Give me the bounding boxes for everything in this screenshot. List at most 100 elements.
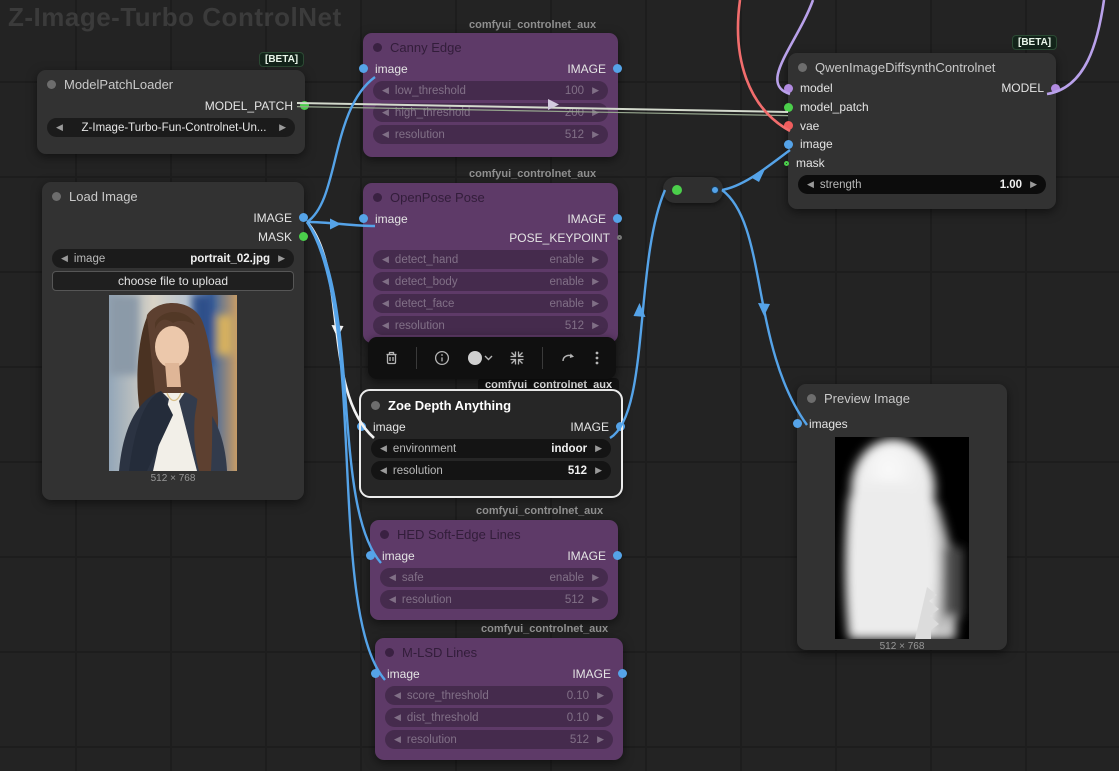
- decrement-arrow-icon[interactable]: ◀: [380, 466, 387, 475]
- slot-dot-icon[interactable]: [359, 64, 368, 73]
- slot-dot-icon[interactable]: [371, 669, 380, 678]
- slot-dot-icon[interactable]: [616, 422, 625, 431]
- slot-image-input[interactable]: image: [800, 137, 833, 151]
- node-header[interactable]: ModelPatchLoader: [37, 70, 305, 96]
- resolution-widget[interactable]: ◀ resolution 512 ▶: [371, 461, 611, 480]
- decrement-arrow-icon[interactable]: ◀: [389, 595, 396, 604]
- decrement-arrow-icon[interactable]: ◀: [61, 254, 68, 263]
- increment-arrow-icon[interactable]: ▶: [597, 735, 604, 744]
- score-threshold-widget[interactable]: ◀ score_threshold 0.10 ▶: [385, 686, 613, 705]
- increment-arrow-icon[interactable]: ▶: [278, 254, 285, 263]
- decrement-arrow-icon[interactable]: ◀: [382, 86, 389, 95]
- slot-images-input[interactable]: images: [809, 417, 848, 431]
- decrement-arrow-icon[interactable]: ◀: [382, 130, 389, 139]
- slot-dot-icon[interactable]: [366, 551, 375, 560]
- increment-arrow-icon[interactable]: ▶: [592, 595, 599, 604]
- info-icon[interactable]: [434, 350, 450, 366]
- dist-threshold-widget[interactable]: ◀ dist_threshold 0.10 ▶: [385, 708, 613, 727]
- slot-image-input[interactable]: image: [375, 212, 408, 226]
- slot-image-output[interactable]: IMAGE: [253, 211, 292, 225]
- slot-model-patch-input[interactable]: model_patch: [800, 100, 869, 114]
- slot-dot-icon[interactable]: [618, 669, 627, 678]
- increment-arrow-icon[interactable]: ▶: [597, 713, 604, 722]
- decrement-arrow-icon[interactable]: ◀: [382, 108, 389, 117]
- decrement-arrow-icon[interactable]: ◀: [394, 735, 401, 744]
- slot-image-input[interactable]: image: [382, 549, 415, 563]
- delete-icon[interactable]: [384, 350, 399, 366]
- node-header[interactable]: Canny Edge: [363, 33, 618, 59]
- slot-dot-icon[interactable]: [613, 214, 622, 223]
- slot-image-output[interactable]: IMAGE: [567, 62, 606, 76]
- selection-toolbar[interactable]: [368, 337, 616, 379]
- increment-arrow-icon[interactable]: ▶: [597, 691, 604, 700]
- slot-dot-icon[interactable]: [793, 419, 802, 428]
- decrement-arrow-icon[interactable]: ◀: [394, 713, 401, 722]
- node-header[interactable]: QwenImageDiffsynthControlnet: [788, 53, 1056, 79]
- node-header[interactable]: Zoe Depth Anything: [361, 391, 621, 417]
- slot-image-output[interactable]: IMAGE: [572, 667, 611, 681]
- strength-widget[interactable]: ◀ strength 1.00 ▶: [798, 175, 1046, 194]
- increment-arrow-icon[interactable]: ▶: [592, 299, 599, 308]
- slot-dot-icon[interactable]: [359, 214, 368, 223]
- increment-arrow-icon[interactable]: ▶: [279, 123, 286, 132]
- detect-body-widget[interactable]: ◀ detect_body enable ▶: [373, 272, 608, 291]
- decrement-arrow-icon[interactable]: ◀: [382, 299, 389, 308]
- node-model-patch-loader[interactable]: ModelPatchLoader MODEL_PATCH ◀ Z-Image-T…: [37, 70, 305, 154]
- slot-dot-icon[interactable]: [784, 103, 793, 112]
- slot-mask-output[interactable]: MASK: [258, 230, 292, 244]
- decrement-arrow-icon[interactable]: ◀: [56, 123, 63, 132]
- slot-dot-icon[interactable]: [784, 84, 793, 93]
- detect-face-widget[interactable]: ◀ detect_face enable ▶: [373, 294, 608, 313]
- decrement-arrow-icon[interactable]: ◀: [382, 321, 389, 330]
- increment-arrow-icon[interactable]: ▶: [592, 86, 599, 95]
- safe-widget[interactable]: ◀ safe enable ▶: [380, 568, 608, 587]
- slot-image-output[interactable]: IMAGE: [567, 549, 606, 563]
- collapsed-output-dot-icon[interactable]: [711, 186, 719, 194]
- increment-arrow-icon[interactable]: ▶: [592, 573, 599, 582]
- increment-arrow-icon[interactable]: ▶: [595, 444, 602, 453]
- choose-file-button[interactable]: choose file to upload: [52, 271, 294, 291]
- node-load-image[interactable]: Load Image IMAGE MASK ◀ image portrait_0…: [42, 182, 304, 500]
- decrement-arrow-icon[interactable]: ◀: [394, 691, 401, 700]
- increment-arrow-icon[interactable]: ▶: [1030, 180, 1037, 189]
- slot-dot-icon[interactable]: [613, 551, 622, 560]
- redo-icon[interactable]: [560, 350, 577, 366]
- slot-dot-icon[interactable]: [613, 64, 622, 73]
- node-color-swatch[interactable]: [467, 350, 493, 366]
- node-zoe-depth-anything[interactable]: Zoe Depth Anything image IMAGE ◀ environ…: [361, 391, 621, 496]
- slot-mask-input[interactable]: mask: [800, 156, 825, 170]
- slot-pose-keypoint-output[interactable]: POSE_KEYPOINT: [509, 231, 606, 245]
- resolution-widget[interactable]: ◀ resolution 512 ▶: [380, 590, 608, 609]
- slot-dot-icon[interactable]: [299, 213, 308, 222]
- increment-arrow-icon[interactable]: ▶: [592, 255, 599, 264]
- slot-image-input[interactable]: image: [375, 62, 408, 76]
- node-collapsed-reroute[interactable]: [663, 177, 723, 203]
- increment-arrow-icon[interactable]: ▶: [595, 466, 602, 475]
- collapse-icon[interactable]: [509, 350, 525, 366]
- more-options-icon[interactable]: [594, 350, 600, 366]
- model-patch-name-widget[interactable]: ◀ Z-Image-Turbo-Fun-Controlnet-Un... ▶: [47, 118, 295, 137]
- slot-dot-icon[interactable]: [617, 235, 622, 240]
- low-threshold-widget[interactable]: ◀ low_threshold 100 ▶: [373, 81, 608, 100]
- slot-dot-icon[interactable]: [784, 140, 793, 149]
- slot-image-output[interactable]: IMAGE: [570, 420, 609, 434]
- decrement-arrow-icon[interactable]: ◀: [382, 277, 389, 286]
- slot-dot-icon[interactable]: [784, 161, 789, 166]
- slot-dot-icon[interactable]: [1051, 84, 1060, 93]
- node-mlsd-lines[interactable]: M-LSD Lines image IMAGE ◀ score_threshol…: [375, 638, 623, 760]
- node-qwen-image-diffsynth-controlnet[interactable]: QwenImageDiffsynthControlnet model MODEL…: [788, 53, 1056, 209]
- increment-arrow-icon[interactable]: ▶: [592, 277, 599, 286]
- slot-image-input[interactable]: image: [373, 420, 406, 434]
- slot-dot-icon[interactable]: [784, 121, 793, 130]
- image-file-widget[interactable]: ◀ image portrait_02.jpg ▶: [52, 249, 294, 268]
- node-header[interactable]: OpenPose Pose: [363, 183, 618, 209]
- environment-widget[interactable]: ◀ environment indoor ▶: [371, 439, 611, 458]
- decrement-arrow-icon[interactable]: ◀: [389, 573, 396, 582]
- slot-image-input[interactable]: image: [387, 667, 420, 681]
- node-header[interactable]: M-LSD Lines: [375, 638, 623, 664]
- decrement-arrow-icon[interactable]: ◀: [807, 180, 814, 189]
- decrement-arrow-icon[interactable]: ◀: [382, 255, 389, 264]
- increment-arrow-icon[interactable]: ▶: [592, 130, 599, 139]
- node-header[interactable]: HED Soft-Edge Lines: [370, 520, 618, 546]
- node-preview-image[interactable]: Preview Image images 512 × 768: [797, 384, 1007, 650]
